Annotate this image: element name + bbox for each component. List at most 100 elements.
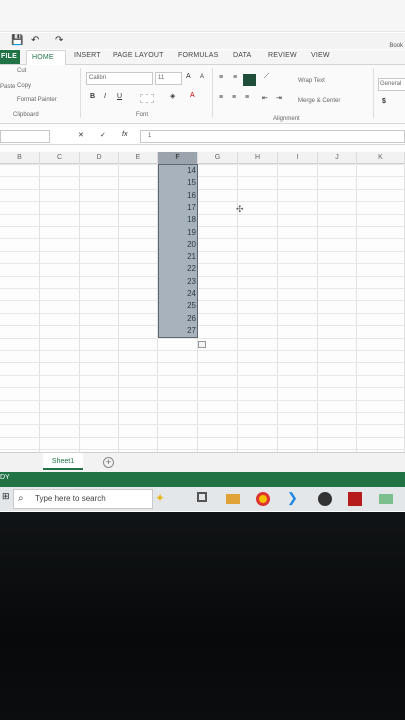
redo-icon[interactable]: ↷	[55, 35, 63, 46]
whatsapp-icon[interactable]	[318, 492, 332, 506]
taskbar-search-box[interactable]: ⌕ Type here to search	[13, 489, 153, 509]
undo-icon[interactable]: ↶	[31, 35, 39, 46]
increase-indent-icon[interactable]: ⇥	[276, 94, 282, 102]
shrink-font-button[interactable]: A	[200, 74, 204, 80]
selected-cell-value[interactable]: 15	[160, 178, 196, 187]
grow-font-button[interactable]: A	[186, 73, 191, 80]
column-header-j[interactable]: J	[318, 152, 357, 164]
add-sheet-button[interactable]: +	[103, 457, 114, 468]
column-header-d[interactable]: D	[80, 152, 119, 164]
window-top-edge	[0, 0, 405, 32]
tab-data[interactable]: DATA	[233, 52, 251, 59]
task-view-icon[interactable]	[197, 492, 207, 502]
name-box[interactable]	[0, 130, 50, 143]
align-middle-icon[interactable]: ≡	[233, 74, 237, 81]
selected-cell-value[interactable]: 27	[160, 326, 196, 335]
selected-cell-value[interactable]: 22	[160, 264, 196, 273]
confirm-formula-button[interactable]: ✓	[100, 131, 106, 139]
selected-cell-value[interactable]: 14	[160, 166, 196, 175]
align-right-icon[interactable]: ≡	[245, 94, 249, 101]
grid-row-line	[0, 400, 405, 401]
column-header-c[interactable]: C	[40, 152, 80, 164]
align-left-icon[interactable]: ≡	[219, 94, 223, 101]
font-color-icon[interactable]: A	[190, 92, 195, 99]
insert-function-button[interactable]: fx	[122, 131, 127, 138]
grid-column-line	[277, 164, 278, 452]
borders-button[interactable]	[140, 94, 154, 103]
align-top-icon[interactable]: ≡	[219, 74, 223, 81]
tab-page-layout[interactable]: PAGE LAYOUT	[113, 52, 164, 59]
column-header-g[interactable]: G	[198, 152, 238, 164]
underline-button[interactable]: U	[117, 93, 122, 100]
tab-insert[interactable]: INSERT	[74, 52, 101, 59]
column-header-h[interactable]: H	[238, 152, 278, 164]
app-icon[interactable]	[379, 494, 393, 504]
grid-row-line	[0, 375, 405, 376]
selected-cell-value[interactable]: 17	[160, 203, 196, 212]
grid-row-line	[0, 412, 405, 413]
orientation-icon[interactable]: ⟋	[264, 73, 269, 81]
paste-button[interactable]: Paste	[0, 84, 15, 90]
cut-button[interactable]: Cut	[17, 68, 26, 74]
grid-column-line	[118, 164, 119, 452]
sheet-tab-bar: Sheet1 +	[0, 452, 405, 472]
chrome-icon[interactable]	[256, 492, 270, 506]
tab-formulas[interactable]: FORMULAS	[178, 52, 219, 59]
formula-input[interactable]: 1	[140, 130, 405, 143]
grid-row-line	[0, 238, 405, 239]
tab-home[interactable]: HOME	[26, 50, 66, 65]
ribbon-tabs: FILE HOME INSERT PAGE LAYOUT FORMULAS DA…	[0, 50, 405, 65]
selected-cell-value[interactable]: 25	[160, 301, 196, 310]
copy-button[interactable]: Copy	[17, 83, 31, 89]
cancel-formula-button[interactable]: ✕	[78, 131, 84, 139]
tab-view[interactable]: VIEW	[311, 52, 330, 59]
selected-cell-value[interactable]: 21	[160, 252, 196, 261]
format-painter-button[interactable]: Format Painter	[17, 97, 57, 103]
selected-cell-value[interactable]: 23	[160, 277, 196, 286]
mouse-cursor-icon: ✣	[236, 204, 244, 214]
column-header-i[interactable]: I	[278, 152, 318, 164]
status-mode: DY	[0, 474, 10, 481]
clipboard-group-label: Clipboard	[13, 112, 39, 118]
tab-file[interactable]: FILE	[0, 50, 20, 64]
sheet-tab-sheet1[interactable]: Sheet1	[43, 453, 83, 470]
column-header-e[interactable]: E	[119, 152, 158, 164]
selected-cell-value[interactable]: 26	[160, 314, 196, 323]
selected-cell-value[interactable]: 20	[160, 240, 196, 249]
taskbar-search-placeholder: Type here to search	[35, 494, 106, 503]
fill-color-icon[interactable]: ◈	[170, 92, 175, 100]
column-header-k[interactable]: K	[357, 152, 405, 164]
grid-column-line	[79, 164, 80, 452]
align-center-icon[interactable]: ≡	[232, 94, 236, 101]
vscode-icon[interactable]: ❯	[287, 490, 303, 506]
bold-button[interactable]: B	[90, 93, 95, 100]
column-header-f[interactable]: F	[158, 152, 198, 164]
grid-row-line	[0, 300, 405, 301]
selected-cell-value[interactable]: 18	[160, 215, 196, 224]
media-player-icon[interactable]	[348, 492, 362, 506]
cortana-icon[interactable]: ✦	[155, 491, 171, 507]
file-explorer-icon[interactable]	[226, 494, 240, 504]
align-bottom-icon[interactable]	[243, 74, 256, 86]
windows-start-icon[interactable]: ⊞	[2, 491, 10, 502]
selected-cell-value[interactable]: 16	[160, 191, 196, 200]
currency-button[interactable]: $	[382, 98, 386, 105]
quick-analysis-icon[interactable]	[198, 341, 206, 348]
save-icon[interactable]: 💾	[11, 35, 23, 46]
italic-button[interactable]: I	[104, 93, 106, 100]
font-name-box[interactable]: Calibri	[86, 72, 153, 85]
merge-center-button[interactable]: Merge & Center	[298, 98, 340, 104]
column-header-b[interactable]: B	[0, 152, 40, 164]
search-icon: ⌕	[18, 493, 24, 504]
number-format-box[interactable]: General	[378, 78, 405, 91]
tab-review[interactable]: REVIEW	[268, 52, 297, 59]
selected-cell-value[interactable]: 19	[160, 228, 196, 237]
cell-grid[interactable]	[0, 164, 405, 452]
wrap-text-button[interactable]: Wrap Text	[298, 78, 325, 84]
selected-cell-value[interactable]: 24	[160, 289, 196, 298]
decrease-indent-icon[interactable]: ⇤	[262, 94, 268, 102]
ribbon-separator	[212, 68, 213, 118]
font-size-box[interactable]: 11	[155, 72, 182, 85]
column-headers: BCDEFGHIJK	[0, 152, 405, 164]
status-bar: DY	[0, 472, 405, 487]
